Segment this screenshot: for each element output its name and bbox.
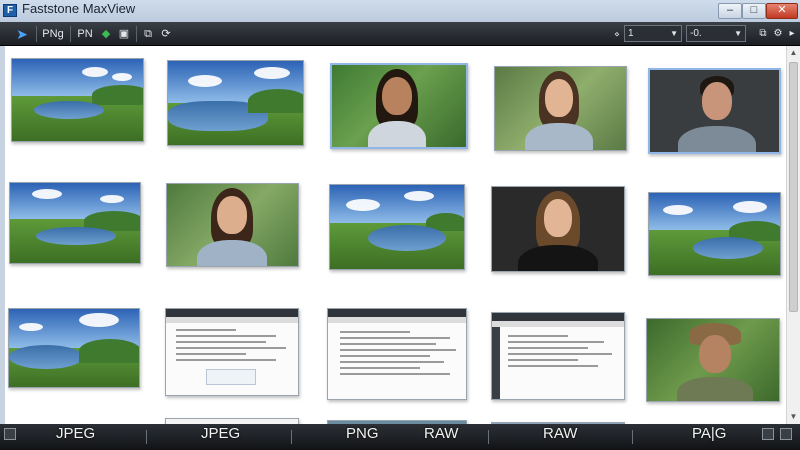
thumbnail-portrait[interactable] [648,68,781,154]
thumbnail-document[interactable] [327,308,467,400]
format-pn-button[interactable]: PN [76,24,94,44]
close-button[interactable]: ✕ [766,3,798,19]
app-window: F Faststone MaxView – □ ✕ ➤ PNg PN ◆ ▣ ⧉… [0,0,800,450]
format-label: JPEG [56,425,96,442]
size-dropdown-value: -0. [690,28,702,39]
crop-icon[interactable]: ⧉ [140,24,156,44]
format-label: JPEG [201,425,241,442]
thumbnail-document[interactable] [165,308,299,396]
thumbnail-landscape[interactable] [9,182,141,264]
window-title: Faststone MaxView [22,1,136,16]
zoom-dropdown[interactable]: 1 ▼ [624,25,682,42]
toolbar-divider [136,26,137,42]
status-divider [632,430,633,444]
thumbnail-document[interactable] [491,312,625,400]
scroll-down-icon[interactable]: ▼ [787,410,800,424]
thumbnail-landscape[interactable] [648,192,781,276]
status-bar: JPEG JPEG PNG RAW RAW PA|G [0,424,800,450]
format-label: PA|G [692,425,727,442]
expand-icon[interactable]: ⋄ [612,24,622,44]
format-png-button[interactable]: PNg [40,24,66,44]
settings-icon[interactable]: ⚙ [772,24,784,44]
thumbnail-portrait[interactable] [491,186,625,272]
thumbnail-landscape[interactable] [167,60,304,146]
chevron-down-icon: ▼ [734,29,742,38]
toolbar-divider [36,26,37,42]
format-label: RAW [424,425,459,442]
panel-toggle-icon[interactable] [4,428,16,440]
title-bar[interactable]: F Faststone MaxView – □ ✕ [0,0,800,22]
pointer-icon[interactable]: ➤ [12,24,32,44]
vertical-scrollbar[interactable]: ▲ ▼ [786,46,800,424]
chevron-down-icon: ▼ [670,29,678,38]
thumbnail-portrait[interactable] [646,318,780,402]
thumbnail-portrait[interactable] [494,66,627,151]
app-logo-icon: F [3,4,17,17]
thumbnail-grid [5,46,786,424]
close-panel-icon[interactable] [780,428,792,440]
rotate-icon[interactable]: ⟳ [158,24,174,44]
save-icon[interactable]: ▣ [116,24,132,44]
minimize-button[interactable]: – [718,3,742,19]
tag-icon[interactable]: ◆ [98,24,114,44]
more-icon[interactable]: ▸ [786,24,798,44]
scroll-up-icon[interactable]: ▲ [787,46,800,60]
thumbnail-landscape[interactable] [329,184,465,270]
status-divider [146,430,147,444]
format-label: PNG [346,425,379,442]
thumbnail-landscape[interactable] [11,58,144,142]
maximize-button[interactable]: □ [742,3,766,19]
fullscreen-icon[interactable] [762,428,774,440]
thumbnail-landscape[interactable] [8,308,140,388]
format-label: RAW [543,425,578,442]
toolbar: ➤ PNg PN ◆ ▣ ⧉ ⟳ ⋄ 1 ▼ -0. ▼ ⧉ ⚙ ▸ [0,22,800,46]
thumbnail-portrait[interactable] [166,183,299,267]
status-divider [488,430,489,444]
zoom-dropdown-value: 1 [628,28,634,39]
thumbnail-portrait[interactable] [330,63,468,149]
size-dropdown[interactable]: -0. ▼ [686,25,746,42]
toolbar-divider [70,26,71,42]
status-divider [291,430,292,444]
scrollbar-thumb[interactable] [789,62,798,312]
copy-icon[interactable]: ⧉ [756,24,770,44]
